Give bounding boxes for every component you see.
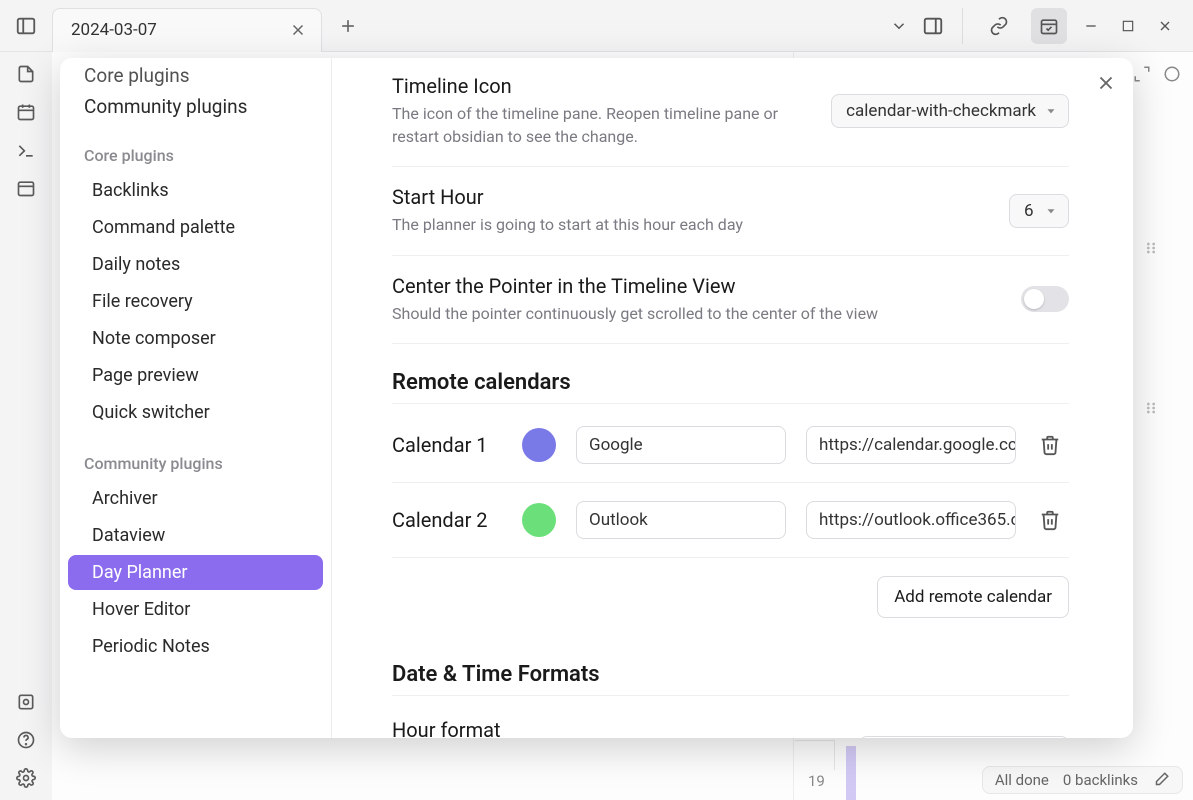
toggle-sidebar-icon[interactable]	[0, 15, 52, 37]
sidebar-item-note-composer[interactable]: Note composer	[68, 321, 323, 356]
center-pointer-toggle[interactable]	[1021, 286, 1069, 312]
setting-title: Timeline Icon	[392, 74, 811, 98]
sidebar-item-day-planner[interactable]: Day Planner	[68, 555, 323, 590]
sidebar-item-dataview[interactable]: Dataview	[68, 518, 323, 553]
hour-format-input[interactable]: H	[859, 736, 1069, 738]
maximize-icon[interactable]	[1121, 19, 1135, 33]
terminal-icon[interactable]	[16, 140, 36, 160]
setting-start-hour: Start Hour The planner is going to start…	[392, 167, 1069, 255]
setting-title: Center the Pointer in the Timeline View	[392, 274, 1001, 298]
setting-timeline-icon: Timeline Icon The icon of the timeline p…	[392, 68, 1069, 167]
tab-title: 2024-03-07	[71, 20, 157, 40]
vault-icon[interactable]	[16, 692, 36, 712]
calendar-name-input[interactable]: Google	[576, 426, 786, 464]
calendar-row: Calendar 2 Outlook https://outlook.office3…	[392, 483, 1069, 558]
sidebar-item-hover-editor[interactable]: Hover Editor	[68, 592, 323, 627]
help-icon[interactable]	[16, 730, 36, 750]
chevron-down-icon[interactable]	[890, 17, 908, 35]
trash-icon[interactable]	[1036, 509, 1064, 531]
sidebar-item-daily-notes[interactable]: Daily notes	[68, 247, 323, 282]
sidebar-item-quick-switcher[interactable]: Quick switcher	[68, 395, 323, 430]
sidebar-item-periodic-notes[interactable]: Periodic Notes	[68, 629, 323, 664]
calendar-color-swatch[interactable]	[522, 503, 556, 537]
start-hour-select[interactable]: 6	[1009, 194, 1069, 228]
settings-sidebar[interactable]: Core plugins Community plugins Core plug…	[60, 58, 332, 738]
select-value: calendar-with-checkmark	[846, 101, 1036, 121]
more-icon[interactable]	[1163, 65, 1181, 83]
status-all-done: All done	[995, 771, 1049, 789]
select-value: 6	[1024, 201, 1034, 221]
sidebar-item-command-palette[interactable]: Command palette	[68, 210, 323, 245]
sidebar-group-core: Core plugins	[60, 124, 331, 171]
file-icon[interactable]	[16, 64, 36, 84]
status-backlinks: 0 backlinks	[1063, 771, 1138, 789]
drag-handle-icon[interactable]	[1143, 240, 1159, 256]
link-icon[interactable]	[981, 8, 1017, 44]
setting-title: Start Hour	[392, 185, 989, 209]
calendar-name-input[interactable]: Outlook	[576, 501, 786, 539]
setting-desc: Should the pointer continuously get scro…	[392, 302, 1001, 325]
new-tab-button[interactable]	[328, 6, 368, 46]
settings-content[interactable]: Timeline Icon The icon of the timeline p…	[332, 58, 1133, 738]
titlebar: 2024-03-07	[0, 0, 1193, 52]
sidebar-group-community: Community plugins	[60, 432, 331, 479]
timeline-icon-select[interactable]: calendar-with-checkmark	[831, 94, 1069, 128]
calendar-check-icon[interactable]	[1031, 8, 1067, 44]
statusbar: All done 0 backlinks	[982, 766, 1183, 794]
edit-icon[interactable]	[1152, 771, 1170, 789]
setting-hour-format: Hour format This is the format used in t…	[392, 700, 1069, 738]
window-close-icon[interactable]	[1157, 18, 1173, 34]
left-ribbon	[0, 52, 52, 800]
section-date-time-formats: Date & Time Formats	[392, 636, 1069, 696]
sidebar-item-community-plugins[interactable]: Community plugins	[60, 89, 331, 124]
tab-active[interactable]: 2024-03-07	[52, 8, 322, 52]
settings-modal: Core plugins Community plugins Core plug…	[60, 58, 1133, 738]
timeline-marker	[846, 746, 856, 800]
calendar-icon[interactable]	[16, 102, 36, 122]
calendar-clock-icon[interactable]	[16, 178, 36, 198]
setting-desc: The planner is going to start at this ho…	[392, 213, 989, 236]
calendar-label: Calendar 1	[392, 433, 502, 457]
close-icon[interactable]	[289, 21, 307, 39]
expand-icon[interactable]	[1133, 65, 1151, 83]
setting-desc: The icon of the timeline pane. Reopen ti…	[392, 102, 811, 148]
sidebar-item-file-recovery[interactable]: File recovery	[68, 284, 323, 319]
timeline-cell	[795, 740, 835, 770]
sidebar-item-backlinks[interactable]: Backlinks	[68, 173, 323, 208]
minimize-icon[interactable]	[1083, 18, 1099, 34]
sidebar-item-archiver[interactable]: Archiver	[68, 481, 323, 516]
calendar-color-swatch[interactable]	[522, 428, 556, 462]
calendar-row: Calendar 1 Google https://calendar.google.…	[392, 408, 1069, 483]
gear-icon[interactable]	[16, 768, 36, 788]
add-remote-calendar-button[interactable]: Add remote calendar	[877, 576, 1069, 618]
setting-center-pointer: Center the Pointer in the Timeline View …	[392, 256, 1069, 344]
sidebar-item-page-preview[interactable]: Page preview	[68, 358, 323, 393]
calendar-label: Calendar 2	[392, 508, 502, 532]
calendar-url-input[interactable]: https://outlook.office365.c	[806, 501, 1016, 539]
calendar-url-input[interactable]: https://calendar.google.cc	[806, 426, 1016, 464]
chevron-down-icon	[1044, 104, 1058, 118]
trash-icon[interactable]	[1036, 434, 1064, 456]
timeline-hour-label: 19	[808, 772, 825, 790]
separator	[962, 8, 963, 44]
setting-title: Hour format	[392, 718, 839, 738]
toggle-right-sidebar-icon[interactable]	[922, 15, 944, 37]
section-remote-calendars: Remote calendars	[392, 344, 1069, 404]
sidebar-partial-top[interactable]: Core plugins	[60, 58, 331, 89]
chevron-down-icon	[1044, 204, 1058, 218]
drag-handle-icon[interactable]	[1143, 400, 1159, 416]
